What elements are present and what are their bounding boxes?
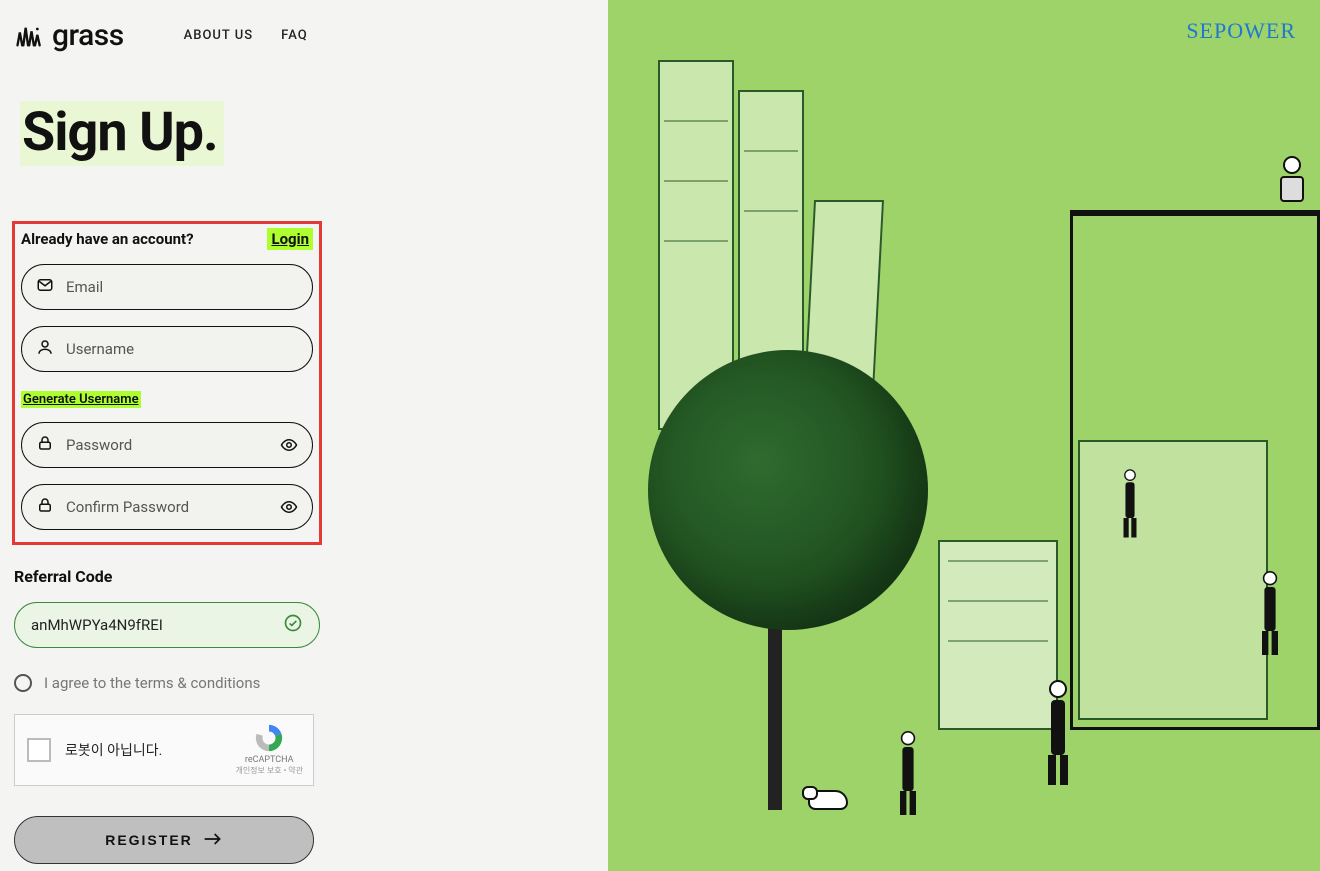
referral-section: Referral Code anMhWPYa4N9fREI bbox=[14, 567, 320, 648]
password-field[interactable]: Password bbox=[21, 422, 313, 468]
lock-icon bbox=[36, 434, 54, 456]
login-link[interactable]: Login bbox=[267, 228, 313, 250]
confirm-password-field[interactable]: Confirm Password bbox=[21, 484, 313, 530]
confirm-password-placeholder: Confirm Password bbox=[66, 498, 189, 516]
recaptcha-legal: 개인정보 보호 • 약관 bbox=[235, 765, 303, 776]
username-field[interactable]: Username bbox=[21, 326, 313, 372]
header: grass ABOUT US FAQ bbox=[0, 0, 608, 53]
lock-icon bbox=[36, 496, 54, 518]
check-circle-icon bbox=[283, 613, 303, 637]
recaptcha-brand-text: reCAPTCHA bbox=[235, 755, 303, 765]
dog-illustration bbox=[808, 790, 858, 824]
generate-username-link[interactable]: Generate Username bbox=[21, 391, 141, 408]
tree-illustration bbox=[648, 350, 928, 630]
already-have-account-text: Already have an account? bbox=[21, 230, 194, 248]
already-have-account-row: Already have an account? Login bbox=[21, 228, 313, 250]
page-title: Sign Up. bbox=[22, 101, 218, 164]
brand-name: grass bbox=[52, 18, 124, 53]
arrow-right-icon bbox=[203, 832, 223, 849]
show-confirm-password-icon[interactable] bbox=[280, 498, 298, 520]
signup-panel: grass ABOUT US FAQ Sign Up. Already have… bbox=[0, 0, 608, 871]
referral-code-value: anMhWPYa4N9fREI bbox=[31, 616, 163, 634]
terms-text: I agree to the terms & conditions bbox=[44, 674, 260, 692]
sepower-watermark: SEPOWER bbox=[1186, 18, 1296, 44]
recaptcha-icon bbox=[254, 723, 284, 753]
show-password-icon[interactable] bbox=[280, 436, 298, 458]
brand-logo[interactable]: grass bbox=[14, 18, 124, 53]
annotated-form-region: Already have an account? Login Email Use… bbox=[12, 221, 322, 545]
referral-code-field[interactable]: anMhWPYa4N9fREI bbox=[14, 602, 320, 648]
email-field[interactable]: Email bbox=[21, 264, 313, 310]
username-placeholder: Username bbox=[66, 340, 134, 358]
email-placeholder: Email bbox=[66, 278, 103, 296]
mail-icon bbox=[36, 276, 54, 298]
person-illustration bbox=[1038, 680, 1078, 790]
nav-faq[interactable]: FAQ bbox=[281, 28, 308, 43]
recaptcha-widget: 로봇이 아닙니다. reCAPTCHA 개인정보 보호 • 약관 bbox=[14, 714, 314, 786]
page-title-wrap: Sign Up. bbox=[20, 101, 224, 166]
terms-row: I agree to the terms & conditions bbox=[14, 674, 608, 692]
recaptcha-text: 로봇이 아닙니다. bbox=[65, 740, 162, 760]
person-illustration bbox=[1270, 156, 1314, 216]
password-placeholder: Password bbox=[66, 436, 132, 454]
person-illustration bbox=[1254, 571, 1286, 659]
recaptcha-checkbox[interactable] bbox=[27, 738, 51, 762]
register-label: REGISTER bbox=[105, 832, 193, 848]
referral-label: Referral Code bbox=[14, 567, 320, 586]
illustration-panel: SEPOWER bbox=[608, 0, 1320, 871]
top-nav: ABOUT US FAQ bbox=[184, 28, 308, 43]
user-icon bbox=[36, 338, 54, 360]
grass-logo-icon bbox=[14, 22, 42, 50]
person-illustration bbox=[1117, 469, 1143, 541]
nav-about-us[interactable]: ABOUT US bbox=[184, 28, 254, 43]
recaptcha-brand: reCAPTCHA 개인정보 보호 • 약관 bbox=[235, 723, 303, 776]
terms-checkbox[interactable] bbox=[14, 674, 32, 692]
person-illustration bbox=[892, 731, 924, 819]
register-button[interactable]: REGISTER bbox=[14, 816, 314, 864]
